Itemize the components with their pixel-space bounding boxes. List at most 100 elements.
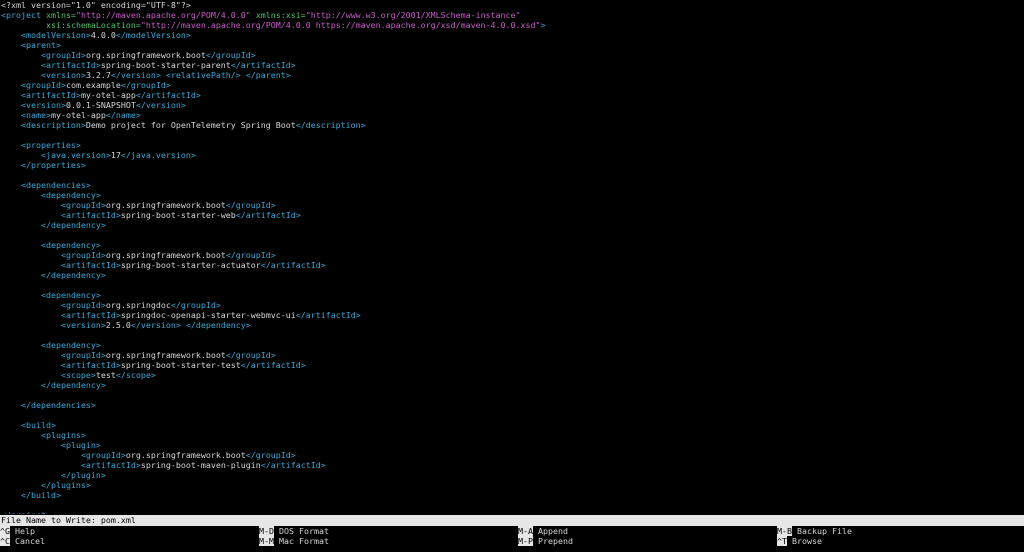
code-token: </groupId> [225,200,276,210]
code-line: <?xml version="1.0" encoding="UTF-8"?> [1,0,191,10]
shortcut-label: Browse [792,536,822,546]
code-line: <build> [1,420,56,430]
shortcut-cancel[interactable]: ^C Cancel [0,536,45,546]
shortcut-mac-format[interactable]: M-M Mac Format [259,536,329,546]
shortcut-label: Mac Format [279,536,329,546]
code-token: <artifactId> [60,360,121,370]
shortcut-key: M-A [518,526,533,536]
code-line: <java.version>17</java.version> [1,150,196,160]
code-token: <modelVersion> [20,30,91,40]
shortcut-backup-file[interactable]: M-B Backup File [777,526,852,536]
prompt-label: File Name to Write: [1,515,101,525]
code-token: <artifactId> [60,310,121,320]
code-token: <groupId> [60,350,106,360]
code-token: <dependency> [40,340,101,350]
code-token: </version> </dependency> [130,320,251,330]
code-line: <artifactId>my-otel-app</artifactId> [1,90,201,100]
code-token: <plugin> [60,440,101,450]
code-line: <dependency> [1,190,101,200]
code-token: org.springframework.boot [105,350,226,360]
shortcut-prepend[interactable]: M-P Prepend [518,536,573,546]
code-token: 2.5.0 [105,320,131,330]
code-token: <artifactId> [80,460,141,470]
shortcut-key: M-P [518,536,533,546]
code-line: </project> [1,510,51,514]
code-token: </dependency> [40,220,106,230]
code-token: </dependencies> [20,400,96,410]
shortcut-append[interactable]: M-A Append [518,526,568,536]
code-token: 4.0.0 [90,30,116,40]
code-line: <artifactId>spring-boot-starter-web</art… [1,210,301,220]
code-line: <dependency> [1,240,101,250]
code-token: "http://www.w3.org/2001/XMLSchema-instan… [305,10,521,20]
filename-prompt-bar[interactable]: File Name to Write: pom.xml [0,515,1024,526]
code-line: </build> [1,490,61,500]
code-token: </java.version> [120,150,196,160]
code-line: <groupId>org.springframework.boot</group… [1,350,276,360]
code-line: <description>Demo project for OpenTeleme… [1,120,366,130]
code-token: <java.version> [40,150,111,160]
filename-input[interactable]: pom.xml [101,515,136,525]
code-token: </groupId> [225,350,276,360]
code-token: <groupId> [80,450,126,460]
shortcut-label: DOS Format [279,526,329,536]
code-line: </dependency> [1,380,106,390]
code-token: <version> [20,100,66,110]
code-token: <groupId> [40,50,86,60]
code-token: springdoc-openapi-starter-webmvc-ui [120,310,296,320]
shortcut-browse[interactable]: ^T Browse [777,536,822,546]
code-token: <parent> [20,40,61,50]
shortcut-bar: ^G Help M-D DOS Format M-A Append M-B Ba… [0,526,1024,552]
code-line: <scope>test</scope> [1,370,156,380]
code-line: <artifactId>spring-boot-maven-plugin</ar… [1,460,326,470]
code-token: <build> [20,420,56,430]
code-token: </artifactId> [260,260,326,270]
code-token: </artifactId> [230,60,296,70]
shortcut-help[interactable]: ^G Help [0,526,35,536]
code-token: 3.2.7 [85,70,111,80]
code-token: </plugins> [40,480,91,490]
code-token: </groupId> [120,80,171,90]
code-line: <modelVersion>4.0.0</modelVersion> [1,30,191,40]
code-line: xsi:schemaLocation="http://maven.apache.… [1,20,546,30]
code-token: "http://maven.apache.org/POM/4.0.0" [75,10,256,20]
code-token: </artifactId> [260,460,326,470]
code-line: </dependencies> [1,400,96,410]
shortcut-key: M-D [259,526,274,536]
code-line: </dependency> [1,220,106,230]
code-line: <properties> [1,140,81,150]
code-token: spring-boot-starter-actuator [120,260,261,270]
code-token: </plugin> [60,470,106,480]
code-line: <name>my-otel-app</name> [1,110,141,120]
code-token: </artifactId> [235,210,301,220]
shortcut-dos-format[interactable]: M-D DOS Format [259,526,329,536]
code-token: <project [1,10,46,20]
code-token: <plugins> [40,430,86,440]
code-token: <artifactId> [20,90,81,100]
code-line: <parent> [1,40,61,50]
editor-text-area[interactable]: <?xml version="1.0" encoding="UTF-8"?> <p… [0,0,1024,514]
code-token: </name> [105,110,141,120]
code-token: </groupId> [225,250,276,260]
code-line: <dependency> [1,290,101,300]
code-token: spring-boot-starter-web [120,210,236,220]
code-token: </groupId> [170,300,221,310]
